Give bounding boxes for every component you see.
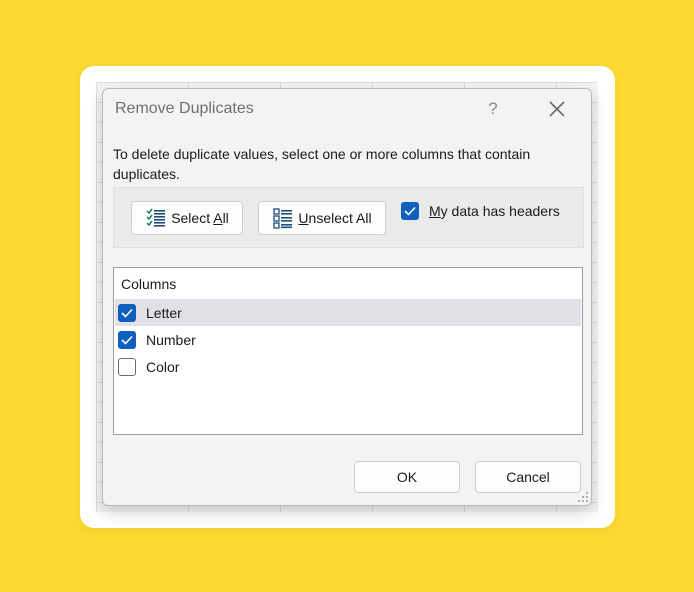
select-all-button[interactable]: Select All — [131, 201, 243, 235]
ok-button[interactable]: OK — [354, 461, 460, 493]
selection-controls: Select All Unselect All My data has head… — [113, 187, 584, 248]
checkmark-icon — [404, 206, 416, 216]
checkmark-icon — [121, 308, 133, 318]
headers-checkbox-box[interactable] — [401, 202, 419, 220]
dialog-title: Remove Duplicates — [115, 100, 254, 117]
columns-header: Columns — [121, 276, 177, 292]
column-item-color[interactable]: Color — [115, 353, 581, 380]
cancel-button[interactable]: Cancel — [475, 461, 581, 493]
select-all-label: Select All — [171, 210, 229, 226]
dialog-description: To delete duplicate values, select one o… — [113, 146, 531, 182]
column-label: Letter — [146, 304, 182, 321]
column-label: Color — [146, 358, 180, 375]
select-all-icon — [146, 208, 166, 227]
column-item-letter[interactable]: Letter — [115, 299, 581, 326]
column-label: Number — [146, 331, 196, 348]
dialog-titlebar: Remove Duplicates ? — [103, 89, 591, 129]
unselect-all-label: Unselect All — [298, 210, 372, 226]
help-icon[interactable]: ? — [486, 99, 500, 119]
column-item-number[interactable]: Number — [115, 326, 581, 353]
checkmark-icon — [121, 335, 133, 345]
column-checkbox-letter[interactable] — [118, 303, 136, 322]
my-data-has-headers-checkbox[interactable]: My data has headers — [401, 202, 560, 220]
close-icon[interactable] — [547, 99, 567, 119]
remove-duplicates-dialog: Remove Duplicates ? To delete duplicate … — [102, 88, 592, 506]
resize-grip-icon[interactable] — [577, 491, 589, 503]
columns-list: Columns Letter Number Color — [113, 267, 583, 435]
column-checkbox-color[interactable] — [118, 357, 136, 376]
column-checkbox-number[interactable] — [118, 330, 136, 349]
headers-checkbox-label: My data has headers — [429, 203, 560, 219]
unselect-all-button[interactable]: Unselect All — [258, 201, 386, 235]
unselect-all-icon — [273, 208, 293, 229]
